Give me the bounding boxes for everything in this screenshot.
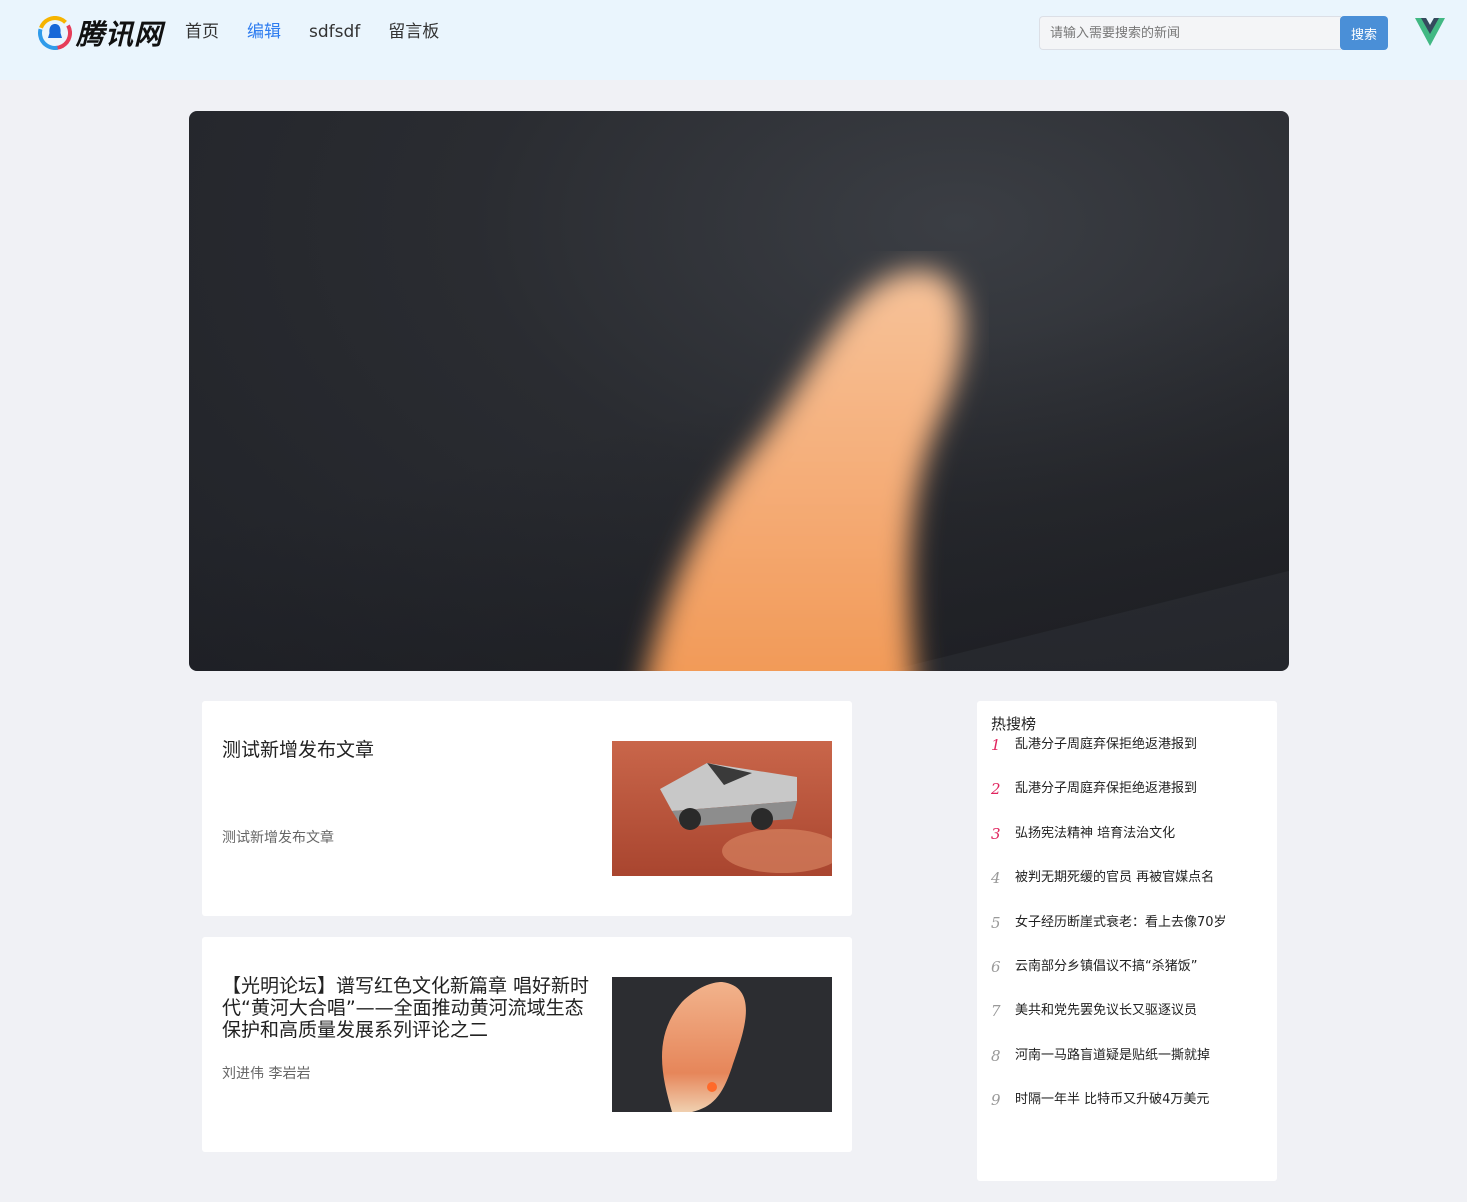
hot-text[interactable]: 时隔一年半 比特币又升破4万美元 xyxy=(1015,1091,1209,1109)
banner-image xyxy=(647,270,963,671)
hot-rank: 6 xyxy=(991,957,1001,976)
hot-text[interactable]: 美共和党先罢免议长又驱逐议员 xyxy=(1015,1002,1197,1020)
article-subtitle: 测试新增发布文章 xyxy=(222,830,334,846)
hot-text[interactable]: 乱港分子周庭弃保拒绝返港报到 xyxy=(1015,736,1197,754)
article-card[interactable]: 测试新增发布文章 测试新增发布文章 xyxy=(202,701,852,916)
hot-search-item[interactable]: 1 乱港分子周庭弃保拒绝返港报到 xyxy=(991,736,1227,780)
top-header: 腾讯网 首页 编辑 sdfsdf 留言板 搜索 xyxy=(0,0,1467,80)
search-button[interactable]: 搜索 xyxy=(1340,16,1388,50)
hot-rank: 1 xyxy=(991,736,1001,754)
hot-text[interactable]: 弘扬宪法精神 培育法治文化 xyxy=(1015,825,1175,843)
hot-rank: 3 xyxy=(991,824,1001,843)
site-logo[interactable]: 腾讯网 xyxy=(38,14,163,52)
hot-search-item[interactable]: 9 时隔一年半 比特币又升破4万美元 xyxy=(991,1091,1227,1135)
hot-search-item[interactable]: 7 美共和党先罢免议长又驱逐议员 xyxy=(991,1002,1227,1046)
article-card[interactable]: 【光明论坛】谱写红色文化新篇章 唱好新时代“黄河大合唱”——全面推动黄河流域生态… xyxy=(202,937,852,1152)
hot-search-item[interactable]: 3 弘扬宪法精神 培育法治文化 xyxy=(991,825,1227,869)
hot-search-item[interactable]: 5 女子经历断崖式衰老：看上去像70岁 xyxy=(991,914,1227,958)
hot-text[interactable]: 河南一马路盲道疑是贴纸一撕就掉 xyxy=(1015,1047,1210,1065)
nav-home[interactable]: 首页 xyxy=(185,20,219,44)
hot-search-panel: 热搜榜 1 乱港分子周庭弃保拒绝返港报到 2 乱港分子周庭弃保拒绝返港报到 3 弘扬宪… xyxy=(977,701,1277,1181)
hot-text[interactable]: 被判无期死缓的官员 再被官媒点名 xyxy=(1015,869,1214,887)
hot-rank: 8 xyxy=(991,1046,1001,1065)
hot-search-item[interactable]: 2 乱港分子周庭弃保拒绝返港报到 xyxy=(991,780,1227,824)
hot-rank: 9 xyxy=(991,1091,1001,1110)
hot-rank: 2 xyxy=(991,780,1001,799)
logo-text: 腾讯网 xyxy=(76,18,164,51)
main-nav: 首页 编辑 sdfsdf 留言板 xyxy=(185,20,467,44)
hot-rank: 4 xyxy=(991,869,1001,888)
hot-search-item[interactable]: 4 被判无期死缓的官员 再被官媒点名 xyxy=(991,869,1227,913)
nav-sdfsdf[interactable]: sdfsdf xyxy=(309,20,360,44)
hot-search-item[interactable]: 8 河南一马路盲道疑是贴纸一撕就掉 xyxy=(991,1047,1227,1091)
search-bar: 搜索 xyxy=(1039,16,1388,50)
hero-banner[interactable] xyxy=(189,111,1289,671)
vue-logo-icon[interactable] xyxy=(1414,16,1446,48)
search-input[interactable] xyxy=(1039,16,1341,50)
article-subtitle: 刘进伟 李岩岩 xyxy=(222,1066,311,1082)
hot-text[interactable]: 乱港分子周庭弃保拒绝返港报到 xyxy=(1015,780,1197,798)
tencent-logo-icon xyxy=(38,16,72,50)
article-title[interactable]: 测试新增发布文章 xyxy=(222,739,602,761)
hot-search-item[interactable]: 6 云南部分乡镇倡议不搞“杀猪饭” xyxy=(991,958,1227,1002)
hot-search-title: 热搜榜 xyxy=(991,715,1037,733)
nav-edit[interactable]: 编辑 xyxy=(247,20,281,44)
hot-search-list: 1 乱港分子周庭弃保拒绝返港报到 2 乱港分子周庭弃保拒绝返港报到 3 弘扬宪法精神 … xyxy=(991,736,1227,1136)
article-thumbnail-eclipse[interactable] xyxy=(612,977,832,1112)
hot-text[interactable]: 女子经历断崖式衰老：看上去像70岁 xyxy=(1015,914,1227,932)
hot-rank: 5 xyxy=(991,913,1001,932)
nav-message-board[interactable]: 留言板 xyxy=(388,20,439,44)
hot-text[interactable]: 云南部分乡镇倡议不搞“杀猪饭” xyxy=(1015,958,1197,976)
article-thumbnail-truck[interactable] xyxy=(612,741,832,876)
article-title[interactable]: 【光明论坛】谱写红色文化新篇章 唱好新时代“黄河大合唱”——全面推动黄河流域生态… xyxy=(222,975,602,1041)
hot-rank: 7 xyxy=(991,1002,1001,1021)
